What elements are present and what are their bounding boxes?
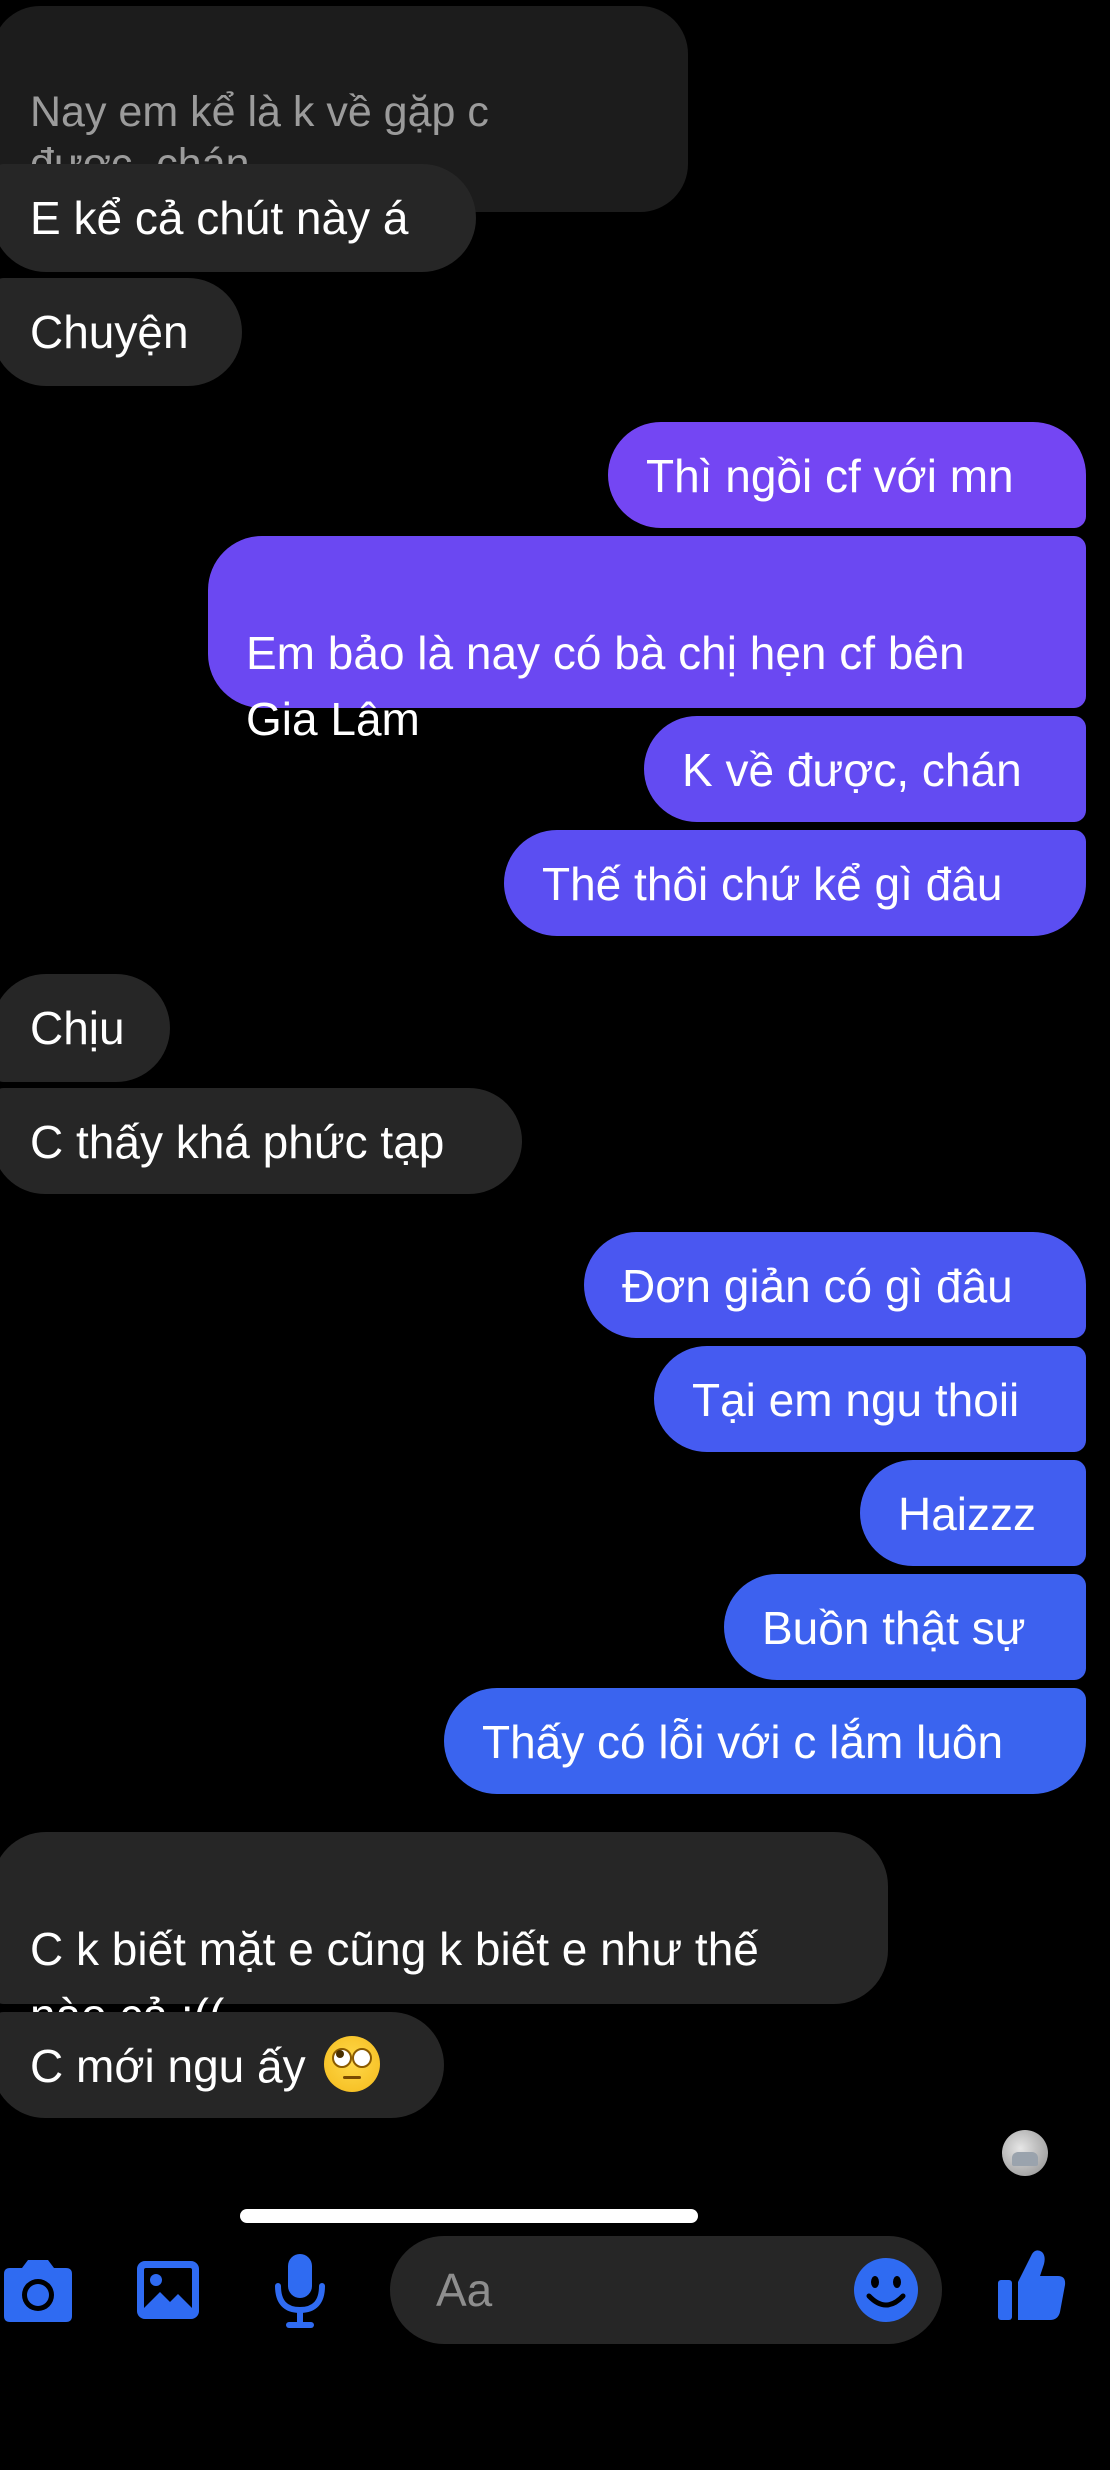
- message-input[interactable]: [436, 2236, 816, 2344]
- message-text: Buồn thật sự: [762, 1602, 1026, 1654]
- message-text: Tại em ngu thoii: [692, 1374, 1020, 1426]
- message-bubble-incoming[interactable]: E kể cả chút này á: [0, 164, 476, 272]
- message-bubble-incoming[interactable]: Chịu: [0, 974, 170, 1082]
- message-composer: [0, 2220, 1110, 2470]
- emoji-mouth: [343, 2076, 362, 2079]
- message-bubble-incoming[interactable]: C k biết mặt e cũng k biết e như thế nào…: [0, 1832, 888, 2041]
- message-bubble-incoming[interactable]: Chuyện: [0, 278, 242, 386]
- message-bubble-outgoing[interactable]: K về được, chán: [644, 716, 1086, 822]
- camera-icon[interactable]: [0, 2256, 76, 2324]
- gallery-icon[interactable]: [134, 2258, 202, 2322]
- message-bubble-outgoing[interactable]: Haizzz: [860, 1460, 1086, 1566]
- microphone-icon[interactable]: [272, 2252, 328, 2330]
- message-bubble-outgoing[interactable]: Buồn thật sự: [724, 1574, 1086, 1680]
- message-bubble-outgoing[interactable]: Đơn giản có gì đâu: [584, 1232, 1086, 1338]
- message-input-container[interactable]: [390, 2236, 942, 2344]
- message-bubble-outgoing[interactable]: Thấy có lỗi với c lắm luôn: [444, 1688, 1086, 1794]
- emoji-pupil: [336, 2050, 345, 2058]
- message-bubble-outgoing[interactable]: Em bảo là nay có bà chị hẹn cf bên Gia L…: [208, 536, 1086, 745]
- message-text: C thấy khá phức tạp: [30, 1116, 445, 1168]
- message-bubble-outgoing[interactable]: Tại em ngu thoii: [654, 1346, 1086, 1452]
- message-text: Chuyện: [30, 306, 189, 358]
- message-text: Thế thôi chứ kể gì đâu: [542, 858, 1003, 910]
- face-with-rolling-eyes-icon: [324, 2036, 381, 2092]
- message-text: Chịu: [30, 1002, 125, 1054]
- message-text: Thì ngồi cf với mn: [646, 450, 1014, 502]
- message-text: Đơn giản có gì đâu: [622, 1260, 1013, 1312]
- message-text: Haizzz: [898, 1488, 1037, 1540]
- emoji-pupil: [360, 2050, 369, 2058]
- emoji-icon[interactable]: [852, 2256, 920, 2324]
- message-text: C mới ngu ấy: [30, 2040, 306, 2092]
- read-receipt-avatar: [1002, 2130, 1048, 2176]
- message-bubble-incoming[interactable]: C mới ngu ấy: [0, 2012, 444, 2118]
- message-bubble-outgoing[interactable]: Thì ngồi cf với mn: [608, 422, 1086, 528]
- message-thread[interactable]: Nay em kể là k về gặp c được, chán E kể …: [0, 0, 1110, 2220]
- message-text: E kể cả chút này á: [30, 192, 409, 244]
- thumbs-up-icon[interactable]: [996, 2248, 1068, 2324]
- message-text: K về được, chán: [682, 744, 1022, 796]
- home-indicator: [240, 2209, 698, 2223]
- message-text: Thấy có lỗi với c lắm luôn: [482, 1716, 1004, 1768]
- message-bubble-incoming[interactable]: C thấy khá phức tạp: [0, 1088, 522, 1194]
- message-bubble-outgoing[interactable]: Thế thôi chứ kể gì đâu: [504, 830, 1086, 936]
